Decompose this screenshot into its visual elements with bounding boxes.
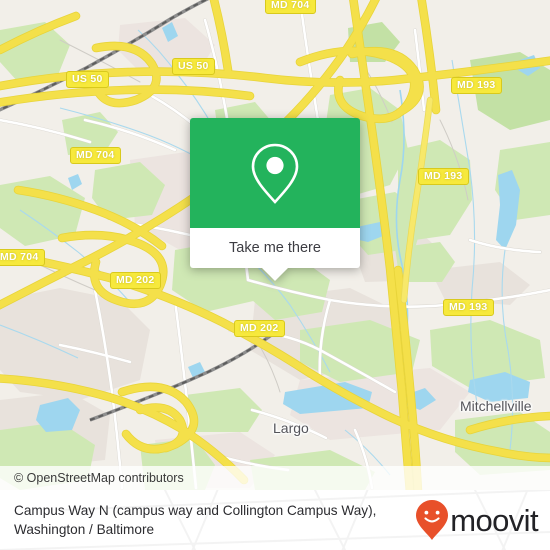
- place-label-largo: Largo: [273, 420, 309, 436]
- map-pin-icon: [251, 143, 299, 204]
- moovit-logo[interactable]: moovit: [415, 499, 539, 541]
- popup-header: [190, 118, 360, 228]
- road-shield: MD 704: [265, 0, 316, 14]
- take-me-there-label: Take me there: [229, 240, 321, 256]
- road-shield: MD 193: [443, 299, 494, 316]
- road-shield: MD 193: [418, 168, 469, 185]
- moovit-wordmark: moovit: [450, 502, 538, 538]
- road-shield: US 50: [172, 58, 215, 75]
- map-canvas[interactable]: .park{fill:#cfe8b4} .parkd{fill:#c3e1a5}…: [0, 0, 550, 490]
- road-shield: MD 202: [234, 320, 285, 337]
- moovit-smiley-pin-icon: [416, 500, 449, 540]
- road-shield: MD 193: [451, 77, 502, 94]
- map-attribution-bar: © OpenStreetMap contributors: [0, 466, 550, 490]
- take-me-there-button[interactable]: Take me there: [190, 228, 360, 268]
- road-shield: MD 704: [70, 147, 121, 164]
- openstreetmap-attribution[interactable]: © OpenStreetMap contributors: [14, 471, 184, 485]
- footer-bar: Campus Way N (campus way and Collington …: [0, 490, 550, 550]
- popup-pointer: [262, 268, 288, 281]
- location-title: Campus Way N (campus way and Collington …: [14, 503, 377, 537]
- road-shield: MD 202: [110, 272, 161, 289]
- moovit-map-page: .park{fill:#cfe8b4} .parkd{fill:#c3e1a5}…: [0, 0, 550, 550]
- road-shield: US 50: [66, 71, 109, 88]
- location-popup[interactable]: Take me there: [190, 118, 360, 281]
- road-shield: MD 704: [0, 249, 45, 266]
- place-label-mitchellville: Mitchellville: [460, 398, 532, 414]
